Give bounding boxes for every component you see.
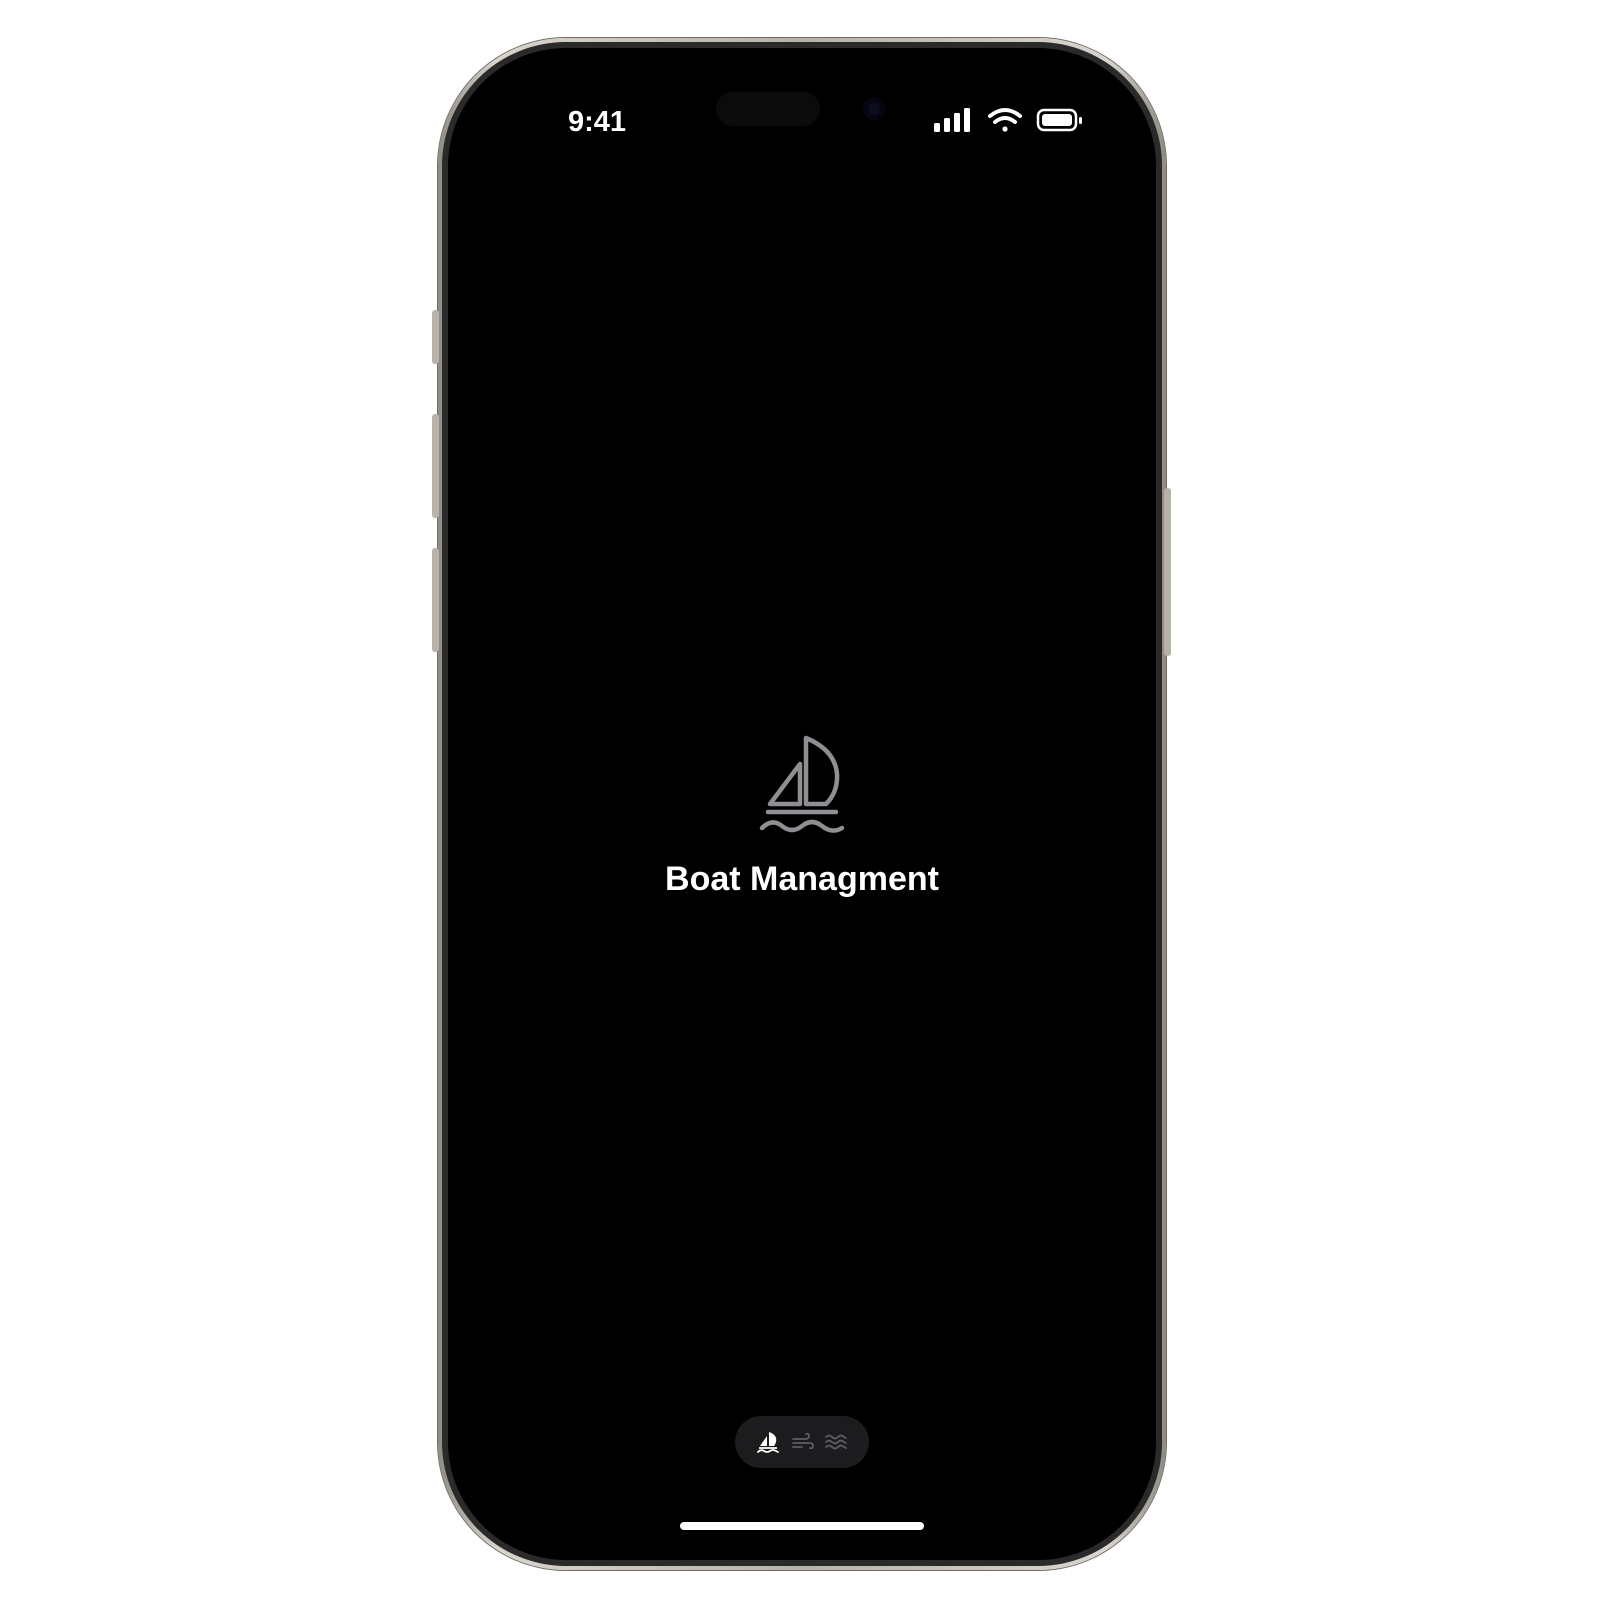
volume-down-button: [432, 548, 439, 652]
battery-icon: [1036, 108, 1082, 132]
home-indicator[interactable]: [680, 1522, 924, 1530]
status-time: 9:41: [568, 106, 627, 138]
action-button: [432, 310, 439, 364]
wifi-icon: [988, 108, 1022, 132]
wind-icon[interactable]: [790, 1430, 814, 1454]
side-button: [1164, 488, 1171, 656]
cellular-signal-icon: [934, 108, 970, 132]
front-camera: [863, 98, 885, 120]
sailboat-icon: [759, 735, 845, 833]
app-title: Boat Managment: [665, 860, 939, 898]
sailboat-icon[interactable]: [756, 1430, 780, 1454]
phone-screen: 9:41 Boat Managment: [448, 48, 1156, 1560]
page-indicator[interactable]: [735, 1416, 869, 1468]
status-icons: [934, 108, 1082, 132]
volume-up-button: [432, 414, 439, 518]
waves-icon[interactable]: [824, 1430, 848, 1454]
dynamic-island: [716, 92, 820, 126]
